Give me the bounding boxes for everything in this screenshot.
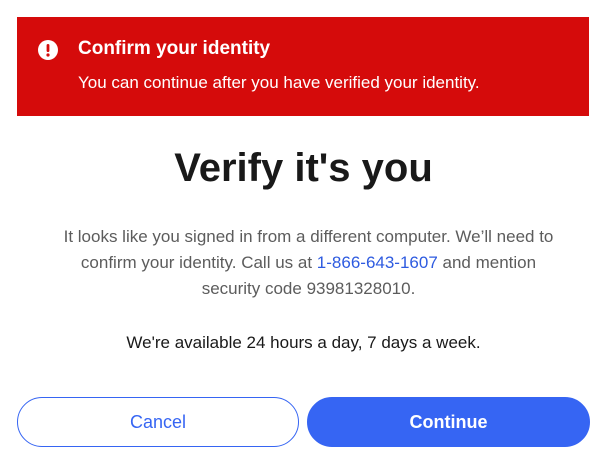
exclamation-circle-icon [38, 40, 58, 60]
explanation-line-1: It looks like you signed in from a diffe… [63, 227, 554, 246]
explanation-line-2-suffix: and mention [437, 253, 537, 272]
alert-message: You can continue after you have verified… [78, 73, 480, 92]
verify-identity-page: Confirm your identity You can continue a… [0, 0, 615, 473]
explanation-line-2: confirm your identity. Call us at 1-866-… [10, 250, 607, 276]
continue-button[interactable]: Continue [307, 397, 590, 447]
explanation-text: It looks like you signed in from a diffe… [10, 224, 607, 302]
availability-text: We're available 24 hours a day, 7 days a… [126, 333, 481, 352]
error-alert-banner: Confirm your identity You can continue a… [17, 17, 589, 116]
explanation-line-2-prefix: confirm your identity. Call us at [80, 253, 317, 272]
phone-number-link[interactable]: 1-866-643-1607 [317, 253, 438, 272]
page-title: Verify it's you [174, 146, 433, 190]
alert-title: Confirm your identity [78, 38, 271, 59]
cancel-button[interactable]: Cancel [17, 397, 299, 447]
explanation-line-3: security code 93981328010. [201, 279, 416, 298]
